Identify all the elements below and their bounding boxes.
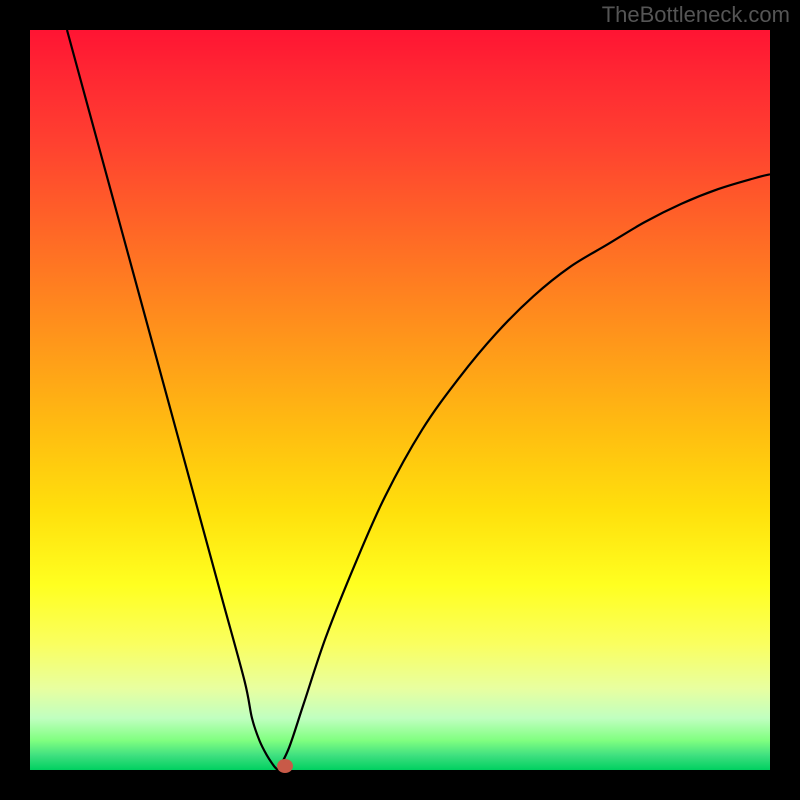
watermark-text: TheBottleneck.com bbox=[602, 2, 790, 28]
curve-right-branch bbox=[278, 174, 770, 770]
chart-curve bbox=[30, 30, 770, 770]
minimum-marker-dot bbox=[277, 759, 293, 773]
curve-left-branch bbox=[67, 30, 278, 770]
